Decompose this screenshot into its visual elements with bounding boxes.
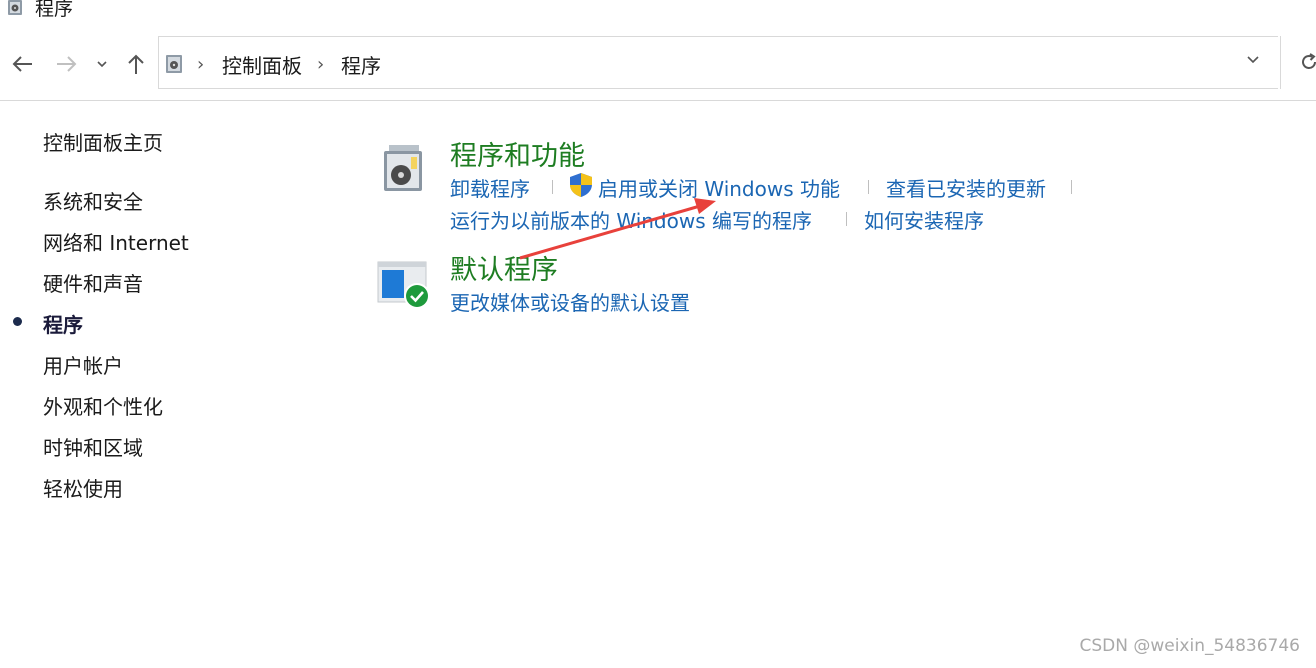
address-bar[interactable]: › 控制面板 › 程序: [158, 36, 1278, 89]
sidebar-item-network-internet[interactable]: 网络和 Internet: [43, 227, 189, 256]
sidebar-item-user-accounts[interactable]: 用户帐户: [43, 350, 123, 379]
link-separator: [868, 180, 869, 194]
how-to-install-link[interactable]: 如何安装程序: [864, 205, 984, 234]
breadcrumb-programs[interactable]: 程序: [341, 50, 381, 79]
link-separator: [846, 212, 847, 226]
up-button[interactable]: [122, 50, 150, 78]
title-bar: 程序: [0, 0, 1316, 20]
link-separator: [1071, 180, 1072, 194]
refresh-icon: [1302, 53, 1316, 69]
breadcrumb-separator-icon: ›: [197, 54, 205, 75]
link-separator: [552, 180, 553, 194]
turn-windows-features-link[interactable]: 启用或关闭 Windows 功能: [598, 173, 840, 202]
sidebar-item-appearance[interactable]: 外观和个性化: [43, 391, 163, 420]
back-button[interactable]: [8, 50, 36, 78]
sidebar-item-ease-of-access[interactable]: 轻松使用: [43, 473, 123, 502]
default-programs-title[interactable]: 默认程序: [450, 248, 558, 287]
uninstall-program-link[interactable]: 卸载程序: [450, 173, 530, 202]
sidebar-item-hardware-sound[interactable]: 硬件和声音: [43, 268, 143, 297]
chevron-down-icon: [97, 61, 107, 68]
sidebar-item-control-panel-home[interactable]: 控制面板主页: [43, 127, 163, 156]
breadcrumb-control-panel[interactable]: 控制面板: [222, 50, 302, 79]
uac-shield-icon: [570, 173, 592, 197]
sidebar-item-programs[interactable]: 程序: [43, 309, 83, 338]
forward-arrow-icon: [57, 56, 77, 72]
back-arrow-icon: [12, 56, 32, 72]
view-installed-updates-link[interactable]: 查看已安装的更新: [886, 173, 1046, 202]
navigation-bar: › 控制面板 › 程序: [0, 28, 1316, 101]
programs-features-title[interactable]: 程序和功能: [450, 134, 585, 173]
up-arrow-icon: [128, 54, 144, 74]
programs-window-icon: [8, 0, 22, 15]
breadcrumb-separator-icon: ›: [317, 54, 325, 75]
sidebar-item-clock-region[interactable]: 时钟和区域: [43, 432, 143, 461]
forward-button[interactable]: [53, 50, 81, 78]
address-dropdown-icon[interactable]: [1246, 55, 1260, 64]
window-title: 程序: [35, 0, 74, 20]
refresh-button[interactable]: [1280, 36, 1316, 89]
recent-locations-button[interactable]: [88, 50, 116, 78]
sidebar-item-system-security[interactable]: 系统和安全: [43, 186, 143, 215]
default-programs-icon: [377, 261, 430, 309]
control-panel-location-icon: [166, 55, 182, 73]
programs-features-icon: [384, 145, 422, 191]
watermark-text: CSDN @weixin_54836746: [1079, 636, 1300, 656]
change-media-defaults-link[interactable]: 更改媒体或设备的默认设置: [450, 287, 690, 316]
run-older-programs-link[interactable]: 运行为以前版本的 Windows 编写的程序: [450, 205, 812, 234]
active-item-bullet: [13, 317, 22, 326]
